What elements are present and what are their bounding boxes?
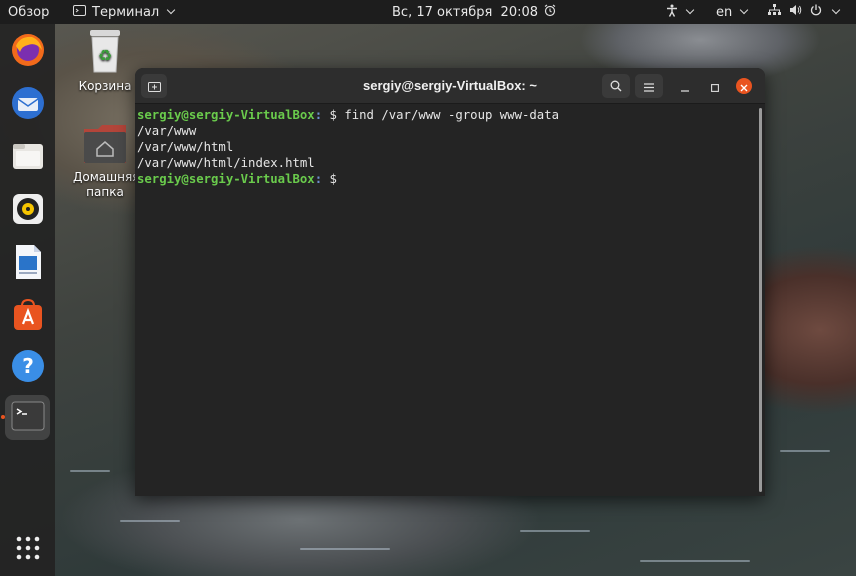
accessibility-menu[interactable] [666,0,695,24]
dock: ? [0,24,55,576]
network-icon [768,4,781,20]
thunderbird-icon [10,85,46,125]
svg-text:♻: ♻ [98,46,112,65]
firefox-launcher[interactable] [5,29,50,74]
text-cursor [344,171,351,185]
close-icon [740,77,748,96]
chevron-down-icon [831,5,841,15]
firefox-icon [10,32,46,72]
wallpaper-detail [780,450,830,452]
help-launcher[interactable]: ? [5,345,50,390]
activities-label: Обзор [8,4,50,20]
current-prompt-line: sergiy@sergiy-VirtualBox: $ [137,171,763,187]
search-icon [610,77,622,96]
search-button[interactable] [602,74,630,98]
document-icon [13,244,43,284]
prompt-symbol: $ [322,108,345,122]
terminal-app-icon [73,4,86,20]
rhythmbox-launcher[interactable] [5,188,50,233]
terminal-headerbar[interactable]: sergiy@sergiy-VirtualBox: ~ [135,68,765,104]
hamburger-menu-icon [644,77,654,96]
language-label: en [716,4,733,20]
home-label: Домашняя папка [73,170,140,199]
terminal-icon [11,401,45,435]
terminal-output[interactable]: sergiy@sergiy-VirtualBox: $ find /var/ww… [135,104,765,496]
chevron-down-icon [166,5,176,15]
command-text: find /var/www -group www-data [344,108,560,122]
home-folder-icon [82,123,128,168]
help-icon: ? [11,349,45,387]
rhythmbox-icon [11,192,45,230]
chevron-down-icon [685,5,695,15]
prompt-user: sergiy@sergiy-VirtualBox [137,108,315,122]
window-title: sergiy@sergiy-VirtualBox: ~ [363,78,537,93]
svg-text:?: ? [22,354,34,378]
maximize-icon [711,77,719,96]
wallpaper-detail [70,470,110,472]
system-menu[interactable] [768,0,841,24]
thunderbird-launcher[interactable] [5,82,50,127]
top-bar: Обзор Терминал Вс, 17 октября 20:08 en [0,0,856,24]
wallpaper-detail [300,548,390,550]
language-menu[interactable]: en [716,0,749,24]
datetime-label: Вс, 17 октября 20:08 [392,4,539,20]
output-line: /var/www [137,124,197,138]
prompt-path: : [314,172,323,186]
software-launcher[interactable] [5,294,50,339]
output-line: /var/www/html [137,140,234,154]
app-menu[interactable]: Терминал [73,0,176,24]
close-button[interactable] [736,78,752,94]
software-store-icon [11,298,45,336]
accessibility-icon [666,4,678,21]
prompt-symbol: $ [322,172,345,186]
writer-launcher[interactable] [5,241,50,286]
minimize-button[interactable] [673,74,697,98]
prompt-user: sergiy@sergiy-VirtualBox [137,172,315,186]
files-launcher[interactable] [5,135,50,180]
chevron-down-icon [740,5,749,15]
output-line: /var/www/html/index.html [137,156,315,170]
terminal-window[interactable]: sergiy@sergiy-VirtualBox: ~ sergiy@sergi… [135,68,765,496]
volume-icon [789,4,802,20]
prompt-path: : [314,108,323,122]
command-line: sergiy@sergiy-VirtualBox: $ find /var/ww… [137,107,763,123]
minimize-icon [681,77,689,96]
trash-icon: ♻ [87,28,123,77]
wallpaper-detail [520,530,590,532]
scrollbar[interactable] [759,108,762,492]
alarm-clock-icon [544,4,556,21]
new-tab-button[interactable] [141,74,167,98]
wallpaper-detail [120,520,180,522]
new-tab-icon [147,77,161,96]
clock[interactable]: Вс, 17 октября 20:08 [392,0,556,24]
app-menu-label: Терминал [92,4,160,20]
activities-button[interactable]: Обзор [8,0,49,24]
wallpaper-detail [640,560,750,562]
power-icon [810,4,822,20]
terminal-launcher[interactable] [5,395,50,440]
grid-icon [16,536,40,564]
maximize-button[interactable] [703,74,727,98]
menu-button[interactable] [635,74,663,98]
show-applications-button[interactable] [5,527,50,572]
files-icon [11,139,45,177]
